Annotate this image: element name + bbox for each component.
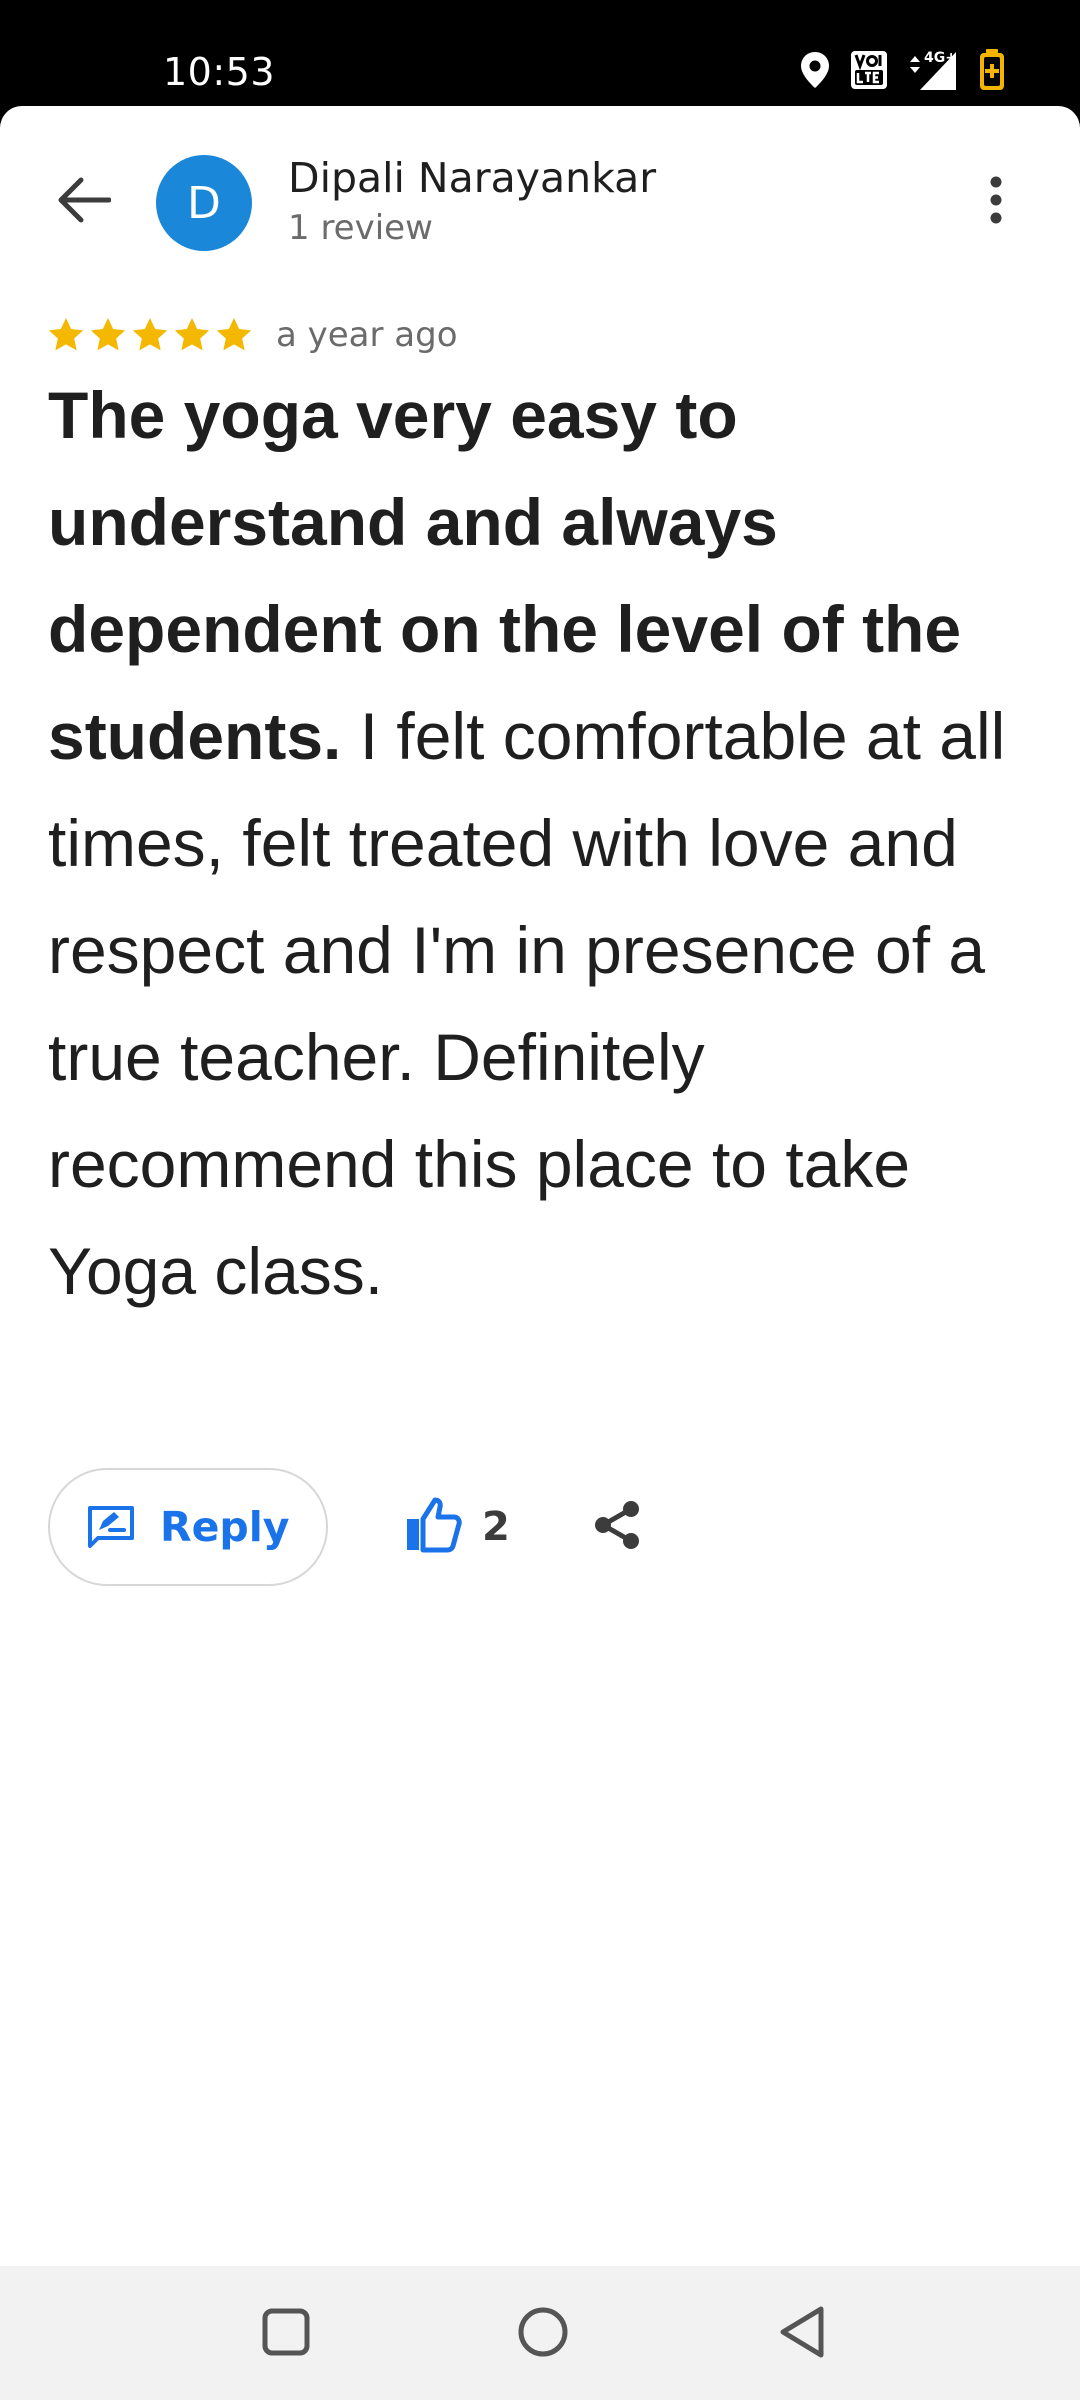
star-icon: [214, 315, 254, 355]
location-icon: [800, 51, 830, 89]
status-time: 10:53: [163, 50, 276, 94]
arrow-back-icon: [57, 177, 112, 228]
home-button[interactable]: [505, 2296, 581, 2372]
review-text: The yoga very easy to understand and alw…: [48, 362, 1038, 1325]
battery-saver-icon: [978, 48, 1006, 92]
svg-text:4G+: 4G+: [924, 50, 957, 66]
like-count: 2: [482, 1504, 510, 1550]
review-time: a year ago: [276, 315, 458, 355]
like-button[interactable]: 2: [404, 1494, 510, 1560]
avatar[interactable]: D: [156, 155, 252, 251]
reply-button[interactable]: Reply: [48, 1468, 328, 1586]
more-options-button[interactable]: [956, 162, 1036, 242]
author-review-count: 1 review: [288, 208, 433, 248]
recents-button[interactable]: [248, 2296, 324, 2372]
back-nav-button[interactable]: [764, 2296, 840, 2372]
recents-icon: [261, 2307, 311, 2362]
volte-icon: [850, 50, 888, 90]
avatar-initial: D: [187, 177, 221, 229]
navigation-bar: [0, 2266, 1080, 2400]
share-button[interactable]: [586, 1496, 648, 1558]
thumb-up-icon: [404, 1497, 462, 1558]
star-icon: [88, 315, 128, 355]
reply-label: Reply: [160, 1503, 290, 1551]
status-bar: 10:53 4G+: [0, 0, 1080, 108]
home-icon: [516, 2305, 570, 2364]
star-icon: [172, 315, 212, 355]
author-name[interactable]: Dipali Narayankar: [288, 154, 656, 202]
star-rating: [46, 315, 254, 355]
rate-review-icon: [86, 1504, 136, 1550]
share-icon: [591, 1499, 643, 1556]
4g-signal-icon: 4G+: [908, 48, 958, 92]
rating-row: a year ago: [46, 313, 458, 357]
star-icon: [130, 315, 170, 355]
review-body-text: I felt comfortable at all times, felt tr…: [48, 699, 1006, 1308]
star-icon: [46, 315, 86, 355]
back-icon: [777, 2305, 827, 2364]
status-icons: 4G+: [800, 48, 1006, 92]
more-vert-icon: [989, 176, 1003, 229]
back-button[interactable]: [44, 162, 124, 242]
